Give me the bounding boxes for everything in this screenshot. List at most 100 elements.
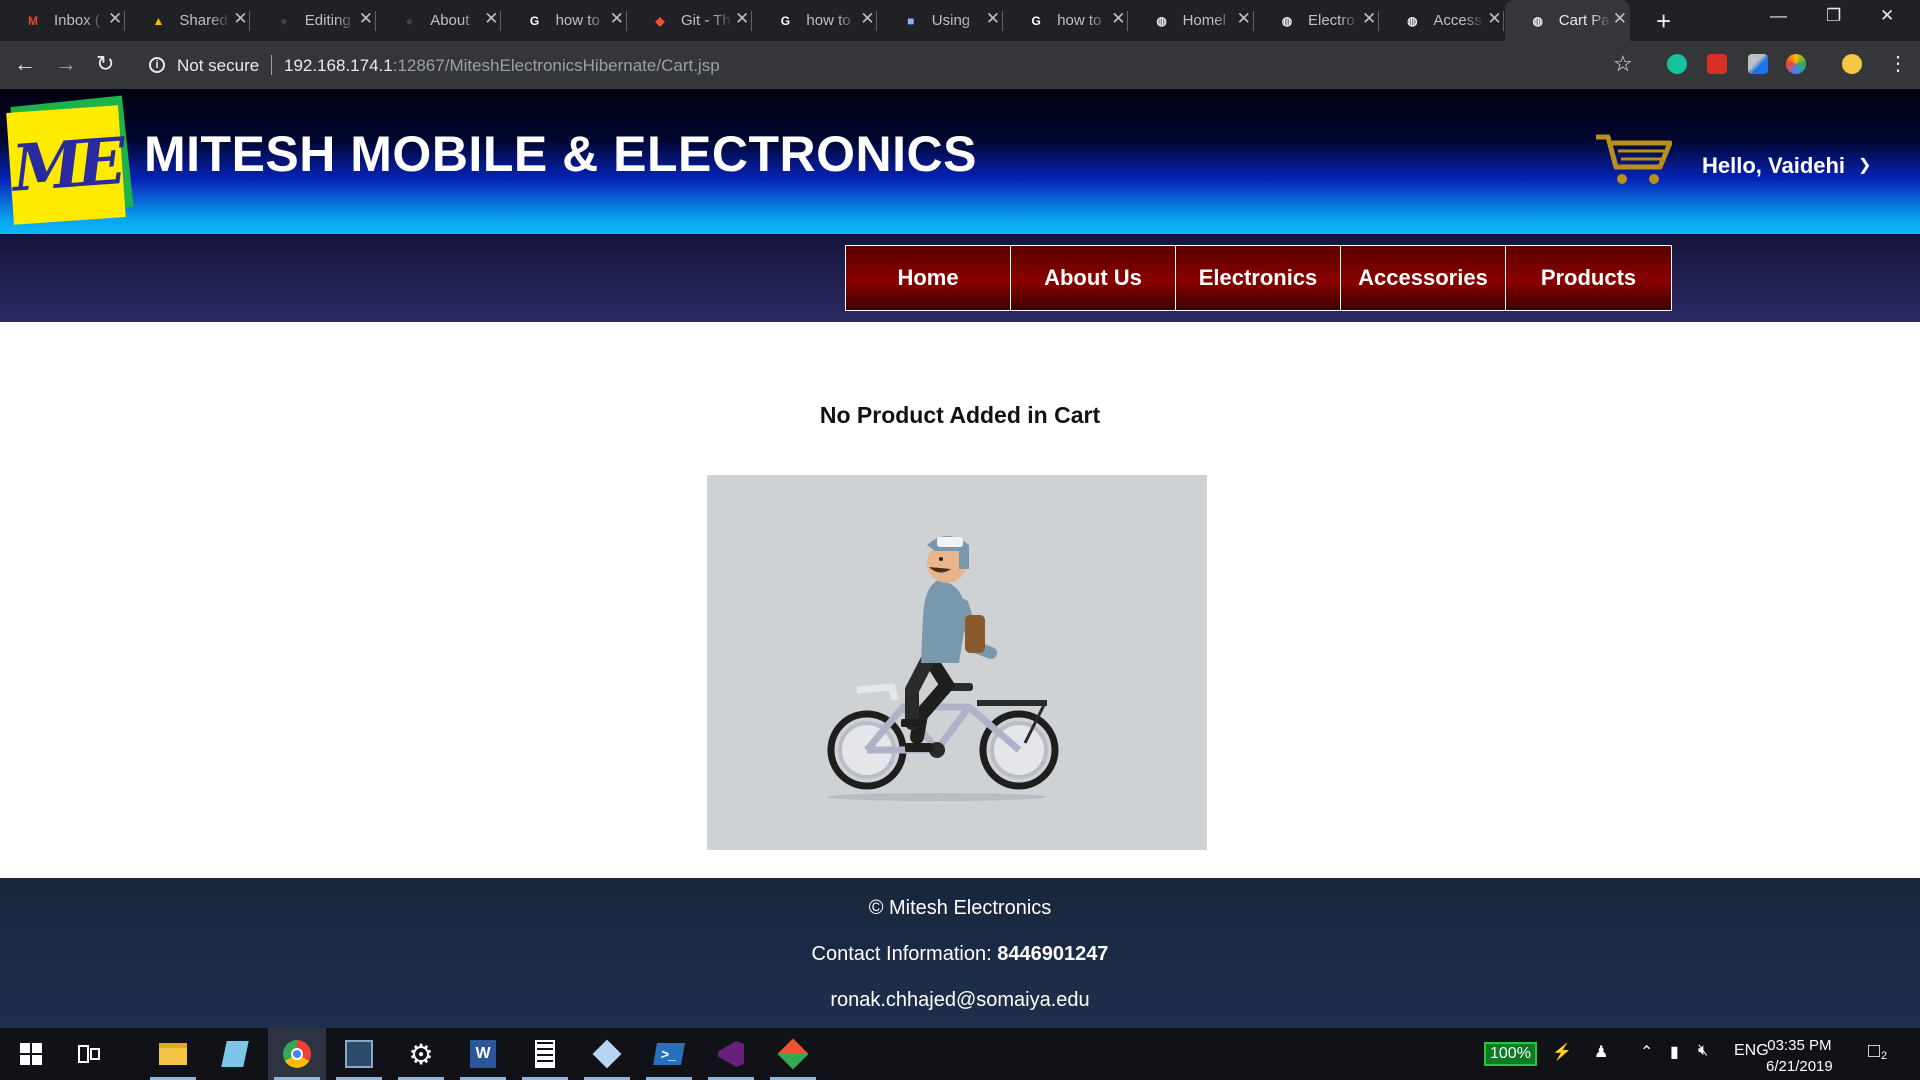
chevron-up-icon[interactable]: ⌃ bbox=[1640, 1042, 1653, 1062]
battery-percentage[interactable]: 100% bbox=[1484, 1042, 1537, 1066]
virtualbox-icon[interactable] bbox=[578, 1028, 636, 1080]
browser-tab[interactable]: ◍ Homel ✕ bbox=[1129, 0, 1254, 41]
browser-tab[interactable]: ■ Using ✕ bbox=[878, 0, 1003, 41]
contact-label: Contact Information: bbox=[811, 943, 992, 965]
windows-logo-svg bbox=[20, 1043, 42, 1065]
task-view-icon[interactable] bbox=[60, 1028, 118, 1080]
new-tab-button[interactable]: + bbox=[1656, 6, 1671, 37]
clock-date: 6/21/2019 bbox=[1766, 1058, 1833, 1075]
browser-tab[interactable]: ▲ Shared ✕ bbox=[125, 0, 251, 41]
file-explorer-icon[interactable] bbox=[144, 1028, 202, 1080]
power-plug-icon[interactable]: ⚡ bbox=[1552, 1042, 1572, 1062]
tab-close-icon[interactable]: ✕ bbox=[484, 9, 498, 29]
shopping-cart-icon[interactable] bbox=[1594, 131, 1672, 187]
tab-close-icon[interactable]: ✕ bbox=[1237, 9, 1251, 29]
close-window-button[interactable]: ✕ bbox=[1880, 6, 1894, 26]
nav-products[interactable]: Products bbox=[1506, 246, 1671, 310]
browser-tab[interactable]: ◍ Cart Pa ✕ bbox=[1504, 0, 1630, 41]
browser-tab[interactable]: ● Editing ✕ bbox=[251, 0, 376, 41]
github-icon: ● bbox=[405, 14, 413, 28]
footer-contact: Contact Information: 8446901247 bbox=[0, 943, 1920, 966]
main-menu: Home About Us Electronics Accessories Pr… bbox=[845, 245, 1672, 311]
mysql-workbench-icon[interactable] bbox=[330, 1028, 388, 1080]
tab-close-icon[interactable]: ✕ bbox=[233, 9, 247, 29]
nav-about-us[interactable]: About Us bbox=[1011, 246, 1176, 310]
logo[interactable]: ME bbox=[6, 95, 134, 225]
tab-title: how to bbox=[1057, 12, 1102, 29]
nav-home[interactable]: Home bbox=[846, 246, 1011, 310]
calculator-icon[interactable] bbox=[516, 1028, 574, 1080]
volume-muted-icon[interactable]: 🔇︎ bbox=[1698, 1042, 1708, 1060]
browser-tab[interactable]: ◍ Electro ✕ bbox=[1254, 0, 1379, 41]
empty-cart-message: No Product Added in Cart bbox=[819, 402, 1101, 428]
tab-close-icon[interactable]: ✕ bbox=[1111, 9, 1125, 29]
language-indicator[interactable]: ENG bbox=[1734, 1042, 1769, 1060]
nav-electronics[interactable]: Electronics bbox=[1176, 246, 1341, 310]
back-button[interactable]: ← bbox=[14, 51, 36, 77]
bookmark-star-icon[interactable]: ☆ bbox=[1613, 51, 1633, 77]
chrome-taskbar-icon[interactable] bbox=[268, 1028, 326, 1080]
notepad-icon[interactable] bbox=[206, 1028, 264, 1080]
powershell-icon[interactable]: >_ bbox=[640, 1028, 698, 1080]
tab-title: Electro bbox=[1308, 12, 1355, 29]
tab-close-icon[interactable]: ✕ bbox=[610, 9, 624, 29]
browser-tab[interactable]: ◆ Git - Th ✕ bbox=[627, 0, 752, 41]
git-gui-icon[interactable] bbox=[764, 1028, 822, 1080]
battery-icon[interactable]: ▮ bbox=[1670, 1042, 1679, 1062]
people-icon[interactable]: ♟ bbox=[1594, 1042, 1608, 1062]
browser-tab[interactable]: Ghow to ✕ bbox=[502, 0, 627, 41]
tab-close-icon[interactable]: ✕ bbox=[1487, 9, 1501, 29]
windows-start-icon[interactable] bbox=[2, 1028, 60, 1080]
word-icon[interactable]: W bbox=[454, 1028, 512, 1080]
tab-close-icon[interactable]: ✕ bbox=[1362, 9, 1376, 29]
profile-avatar-icon[interactable] bbox=[1842, 54, 1862, 74]
info-icon[interactable]: i bbox=[149, 57, 165, 73]
grammarly-extension-icon[interactable] bbox=[1667, 54, 1687, 74]
color-extension-icon[interactable] bbox=[1786, 54, 1806, 74]
tab-close-icon[interactable]: ✕ bbox=[860, 9, 874, 29]
tab-close-icon[interactable]: ✕ bbox=[359, 9, 373, 29]
reload-button[interactable]: ↻ bbox=[96, 51, 114, 77]
site-header: ME MITESH MOBILE & ELECTRONICS Hello, Va… bbox=[0, 89, 1920, 234]
forward-button[interactable]: → bbox=[55, 51, 77, 77]
browser-tabstrip: + — ❐ ✕ M Inbox (✕ ▲ Shared ✕ ● Editing ✕ ● About… bbox=[0, 0, 1920, 41]
browser-tab[interactable]: ● About ✕ bbox=[376, 0, 502, 41]
browser-tab[interactable]: Ghow to ✕ bbox=[1003, 0, 1129, 41]
pen-extension-icon[interactable] bbox=[1748, 54, 1768, 74]
browser-tab[interactable]: M Inbox ( ✕ bbox=[0, 0, 125, 41]
site-nav: Home About Us Electronics Accessories Pr… bbox=[0, 234, 1920, 322]
tab-title: how to bbox=[806, 12, 851, 29]
minimize-button[interactable]: — bbox=[1770, 6, 1787, 26]
address-bar[interactable]: i Not secure 192.168.174.1:12867/MiteshE… bbox=[135, 48, 1635, 82]
url-text[interactable]: 192.168.174.1:12867/MiteshElectronicsHib… bbox=[284, 56, 720, 76]
browser-menu-icon[interactable]: ⋮ bbox=[1888, 51, 1908, 76]
gmail-icon: M bbox=[28, 14, 38, 28]
settings-gear-icon[interactable]: ⚙ bbox=[392, 1028, 450, 1080]
browser-tab[interactable]: Ghow to ✕ bbox=[752, 0, 878, 41]
tab-close-icon[interactable]: ✕ bbox=[108, 9, 122, 29]
action-center-icon[interactable]: □ bbox=[1868, 1040, 1880, 1063]
task-view-svg bbox=[78, 1045, 100, 1063]
visual-studio-icon[interactable] bbox=[702, 1028, 760, 1080]
windows-taskbar: ⚙ W >_ 100% ⚡ ♟ ⌃ ▮ 🔇︎ ENG 03:35 PM 6/21… bbox=[0, 1028, 1920, 1080]
browser-tab[interactable]: ◍ Access ✕ bbox=[1379, 0, 1505, 41]
nav-accessories[interactable]: Accessories bbox=[1341, 246, 1506, 310]
security-label[interactable]: Not secure bbox=[177, 56, 259, 76]
tab-title: Git - Th bbox=[681, 12, 731, 29]
system-clock[interactable]: 03:35 PM 6/21/2019 bbox=[1766, 1035, 1833, 1077]
cyclist-illustration bbox=[707, 475, 1207, 850]
globe-icon: ◍ bbox=[1532, 14, 1544, 28]
tab-close-icon[interactable]: ✕ bbox=[1613, 9, 1627, 29]
red-extension-icon[interactable] bbox=[1707, 54, 1727, 74]
tab-title: About bbox=[430, 12, 470, 29]
restore-button[interactable]: ❐ bbox=[1826, 6, 1841, 26]
tab-close-icon[interactable]: ✕ bbox=[986, 9, 1000, 29]
chevron-down-icon[interactable]: ❯ bbox=[1858, 155, 1871, 175]
google-icon: G bbox=[780, 14, 791, 28]
tab-title: Inbox ( bbox=[54, 12, 100, 29]
tab-close-icon[interactable]: ✕ bbox=[735, 9, 749, 29]
logo-text: ME bbox=[9, 123, 123, 207]
user-greeting[interactable]: Hello, Vaidehi bbox=[1702, 153, 1845, 179]
tab-title: how to bbox=[555, 12, 600, 29]
footer-email[interactable]: ronak.chhajed@somaiya.edu bbox=[0, 989, 1920, 1012]
